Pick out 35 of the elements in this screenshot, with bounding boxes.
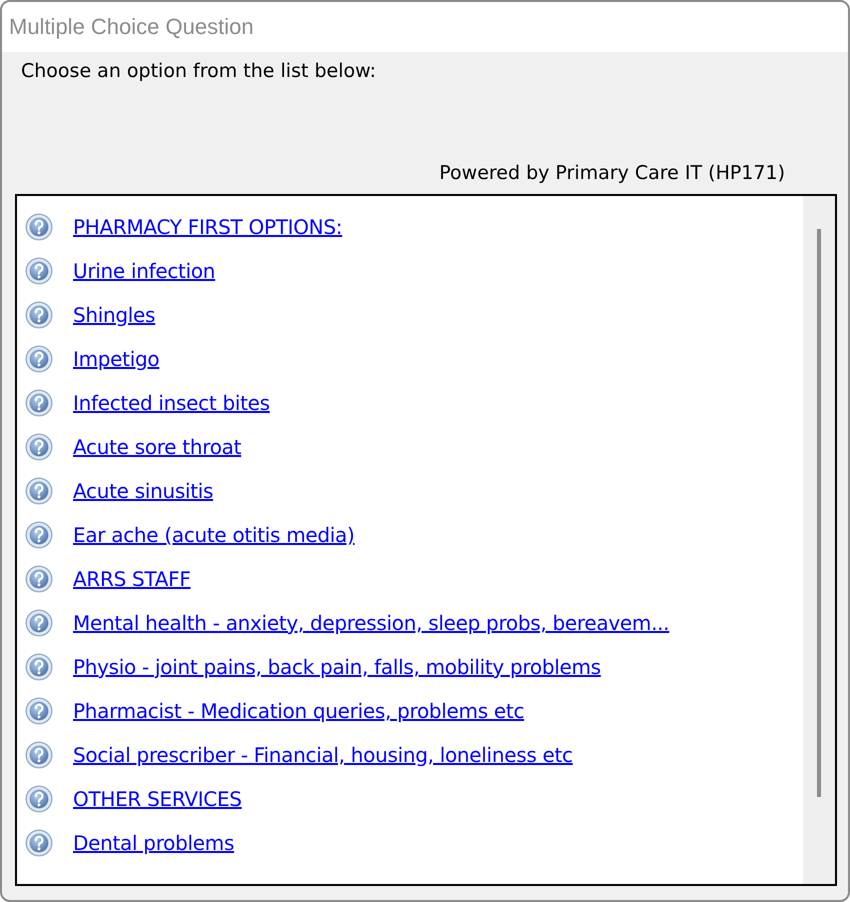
help-icon	[25, 213, 53, 241]
help-icon	[25, 609, 53, 637]
option-link[interactable]: Shingles	[73, 303, 156, 327]
option-link[interactable]: Physio - joint pains, back pain, falls, mobility problems	[73, 655, 601, 679]
help-icon	[25, 829, 53, 857]
option-link[interactable]: PHARMACY FIRST OPTIONS:	[73, 215, 342, 239]
option-link[interactable]: Dental problems	[73, 831, 234, 855]
help-icon	[25, 257, 53, 285]
scrollbar-thumb[interactable]	[817, 229, 821, 797]
help-icon	[25, 741, 53, 769]
help-icon	[25, 389, 53, 417]
help-icon	[25, 477, 53, 505]
option-link[interactable]: Acute sinusitis	[73, 479, 214, 503]
help-icon	[25, 697, 53, 725]
option-link[interactable]: Acute sore throat	[73, 435, 242, 459]
help-icon	[25, 433, 53, 461]
credit-text: Powered by Primary Care IT (HP171)	[439, 162, 785, 184]
option-link[interactable]: Pharmacist - Medication queries, problems etc	[73, 699, 524, 723]
scrollbar[interactable]	[803, 196, 835, 884]
help-icon	[25, 565, 53, 593]
option-link[interactable]: Impetigo	[73, 347, 160, 371]
help-icon	[25, 521, 53, 549]
option-link[interactable]: Infected insect bites	[73, 391, 270, 415]
prompt-text: Choose an option from the list below:	[20, 60, 378, 82]
help-icon	[25, 785, 53, 813]
option-link[interactable]: Mental health - anxiety, depression, sleep probs, bereavem...	[73, 611, 670, 635]
help-icon	[25, 653, 53, 681]
option-link[interactable]: OTHER SERVICES	[73, 787, 242, 811]
option-link[interactable]: ARRS STAFF	[73, 567, 191, 591]
window-title: Multiple Choice Question	[9, 14, 254, 40]
help-icon	[25, 301, 53, 329]
option-link[interactable]: Ear ache (acute otitis media)	[73, 523, 355, 547]
option-link[interactable]: Urine infection	[73, 259, 216, 283]
help-icon	[25, 345, 53, 373]
option-link[interactable]: Social prescriber - Financial, housing, loneliness etc	[73, 743, 573, 767]
